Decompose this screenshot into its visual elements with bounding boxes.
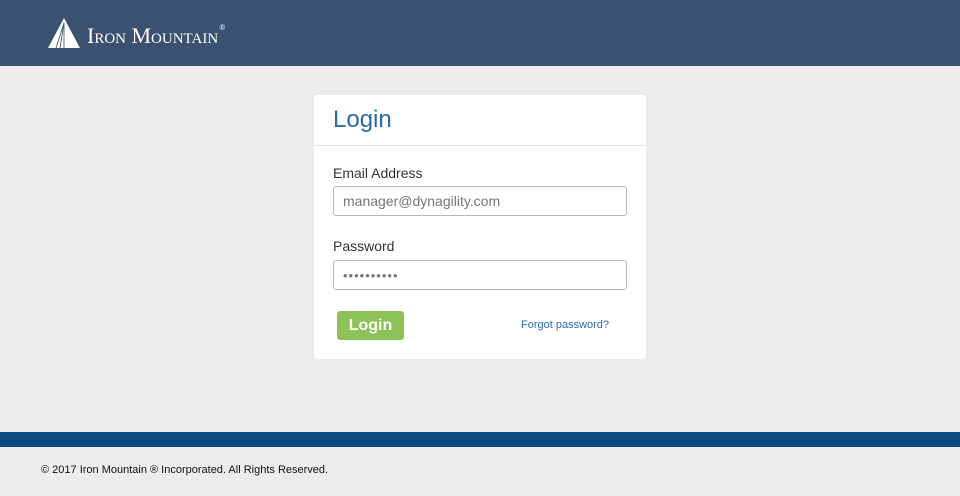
brand-logo[interactable]: Iron Mountain® [47,17,225,49]
login-button[interactable]: Login [337,311,404,340]
login-title: Login [333,106,392,133]
brand-name: Iron Mountain® [87,23,225,49]
brand-name-text: Iron Mountain [87,23,219,48]
email-label: Email Address [333,165,423,181]
password-label: Password [333,238,395,254]
mountain-logo-icon [47,17,81,49]
registered-mark: ® [219,23,226,32]
email-field[interactable] [333,186,627,216]
forgot-password-link[interactable]: Forgot password? [521,319,609,331]
login-card-header: Login [314,95,646,146]
footer-accent-bar [0,432,960,447]
copyright-text: © 2017 Iron Mountain ® Incorporated. All… [41,464,329,476]
password-field[interactable]: •••••••••• [333,260,627,290]
login-card: Login Email Address Password •••••••••• … [314,95,646,359]
top-header: Iron Mountain® [0,0,960,66]
password-masked-value: •••••••••• [343,268,399,283]
footer: © 2017 Iron Mountain ® Incorporated. All… [0,447,960,496]
